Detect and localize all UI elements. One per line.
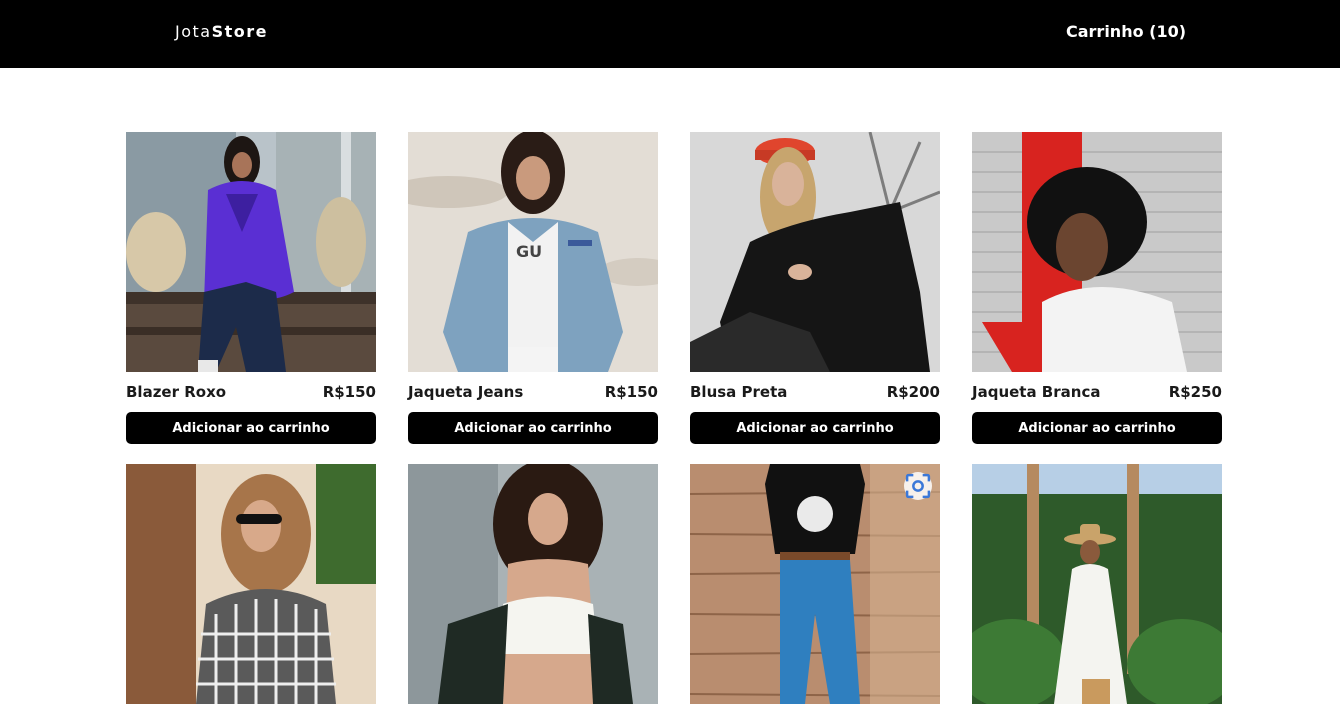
- product-photo-plaid-coat: [126, 464, 376, 704]
- product-card: [690, 464, 940, 704]
- product-image[interactable]: [126, 132, 376, 372]
- product-meta: Jaqueta Branca R$250: [972, 382, 1222, 402]
- visual-search-lens-button[interactable]: [904, 472, 932, 500]
- product-card: Blazer Roxo R$150 Adicionar ao carrinho: [126, 132, 376, 444]
- product-meta: Blazer Roxo R$150: [126, 382, 376, 402]
- product-photo-graphic-tee: [690, 464, 940, 704]
- product-card: Jaqueta Branca R$250 Adicionar ao carrin…: [972, 132, 1222, 444]
- product-image[interactable]: [972, 464, 1222, 704]
- product-card: [408, 464, 658, 704]
- product-price: R$150: [604, 383, 658, 401]
- product-name: Blusa Preta: [690, 383, 788, 401]
- product-image[interactable]: [972, 132, 1222, 372]
- add-to-cart-button[interactable]: Adicionar ao carrinho: [690, 412, 940, 444]
- product-price: R$250: [1168, 383, 1222, 401]
- product-image[interactable]: GU: [408, 132, 658, 372]
- product-meta: Blusa Preta R$200: [690, 382, 940, 402]
- product-card: [972, 464, 1222, 704]
- store-logo[interactable]: JotaStore: [175, 22, 268, 41]
- product-card: [126, 464, 376, 704]
- product-name: Blazer Roxo: [126, 383, 227, 401]
- add-to-cart-button[interactable]: Adicionar ao carrinho: [126, 412, 376, 444]
- add-to-cart-button[interactable]: Adicionar ao carrinho: [972, 412, 1222, 444]
- logo-text-light: Jota: [175, 22, 212, 41]
- product-photo-white-jacket: [972, 132, 1222, 372]
- product-grid: Blazer Roxo R$150 Adicionar ao carrinho …: [126, 132, 1222, 704]
- product-price: R$200: [886, 383, 940, 401]
- product-image[interactable]: [690, 464, 940, 704]
- product-image[interactable]: [126, 464, 376, 704]
- lens-icon: [905, 473, 931, 499]
- product-image[interactable]: [690, 132, 940, 372]
- product-photo-denim-jacket: GU: [408, 132, 658, 372]
- product-image[interactable]: [408, 464, 658, 704]
- logo-text-bold: Store: [211, 22, 268, 41]
- product-card: Blusa Preta R$200 Adicionar ao carrinho: [690, 132, 940, 444]
- top-navbar: JotaStore Carrinho (10): [0, 0, 1340, 68]
- product-meta: Jaqueta Jeans R$150: [408, 382, 658, 402]
- svg-text:GU: GU: [516, 242, 542, 261]
- product-card: GU Jaqueta Jeans R$150 Adicionar ao carr…: [408, 132, 658, 444]
- product-photo-white-dress: [972, 464, 1222, 704]
- product-photo-black-blouse: [690, 132, 940, 372]
- product-name: Jaqueta Branca: [972, 383, 1101, 401]
- product-photo-purple-blazer: [126, 132, 376, 372]
- cart-link[interactable]: Carrinho (10): [1066, 22, 1186, 41]
- product-name: Jaqueta Jeans: [408, 383, 524, 401]
- product-price: R$150: [322, 383, 376, 401]
- add-to-cart-button[interactable]: Adicionar ao carrinho: [408, 412, 658, 444]
- product-photo-white-top: [408, 464, 658, 704]
